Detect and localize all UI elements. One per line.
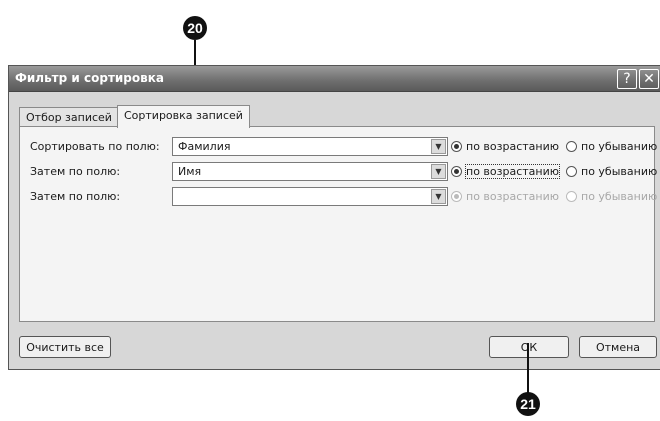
chevron-down-icon[interactable]: ▼ xyxy=(431,189,446,204)
filter-sort-dialog: Фильтр и сортировка ? ✕ Отбор записей Со… xyxy=(8,65,660,370)
then-field-label-2: Затем по полю: xyxy=(30,190,121,203)
tab-filter-records[interactable]: Отбор записей xyxy=(19,107,119,128)
callout-21-leader xyxy=(527,343,529,393)
close-icon[interactable]: ✕ xyxy=(639,69,659,89)
sort3-desc-radio xyxy=(566,191,577,202)
callout-21: 21 xyxy=(516,392,540,416)
cancel-button[interactable]: Отмена xyxy=(579,336,657,358)
then-field-label-1: Затем по полю: xyxy=(30,165,121,178)
sort3-asc-label: по возрастанию xyxy=(466,190,560,203)
sort3-asc-radio xyxy=(451,191,462,202)
sort-field-value: Фамилия xyxy=(178,140,231,153)
sort1-asc-label[interactable]: по возрастанию xyxy=(466,140,559,153)
then-field-value-1: Имя xyxy=(178,165,202,178)
tab-sort-records[interactable]: Сортировка записей xyxy=(117,105,250,128)
sort-field-label: Сортировать по полю: xyxy=(30,140,160,153)
sort1-desc-radio[interactable] xyxy=(566,141,577,152)
callout-20: 20 xyxy=(183,16,207,40)
then-field-select-1[interactable]: Имя ▼ xyxy=(172,162,448,181)
clear-all-button[interactable]: Очистить все xyxy=(19,336,111,358)
sort2-asc-radio[interactable] xyxy=(451,166,462,177)
sort3-desc-label: по убыванию xyxy=(581,190,658,203)
chevron-down-icon[interactable]: ▼ xyxy=(431,139,446,154)
sort2-asc-label[interactable]: по возрастанию xyxy=(464,164,561,179)
sort1-desc-label[interactable]: по убыванию xyxy=(581,140,657,153)
sort2-desc-label[interactable]: по убыванию xyxy=(581,165,657,178)
window-title: Фильтр и сортировка xyxy=(15,71,164,85)
then-field-select-2[interactable]: ▼ xyxy=(172,187,448,206)
chevron-down-icon[interactable]: ▼ xyxy=(431,164,446,179)
title-bar[interactable]: Фильтр и сортировка ? ✕ xyxy=(9,66,660,92)
sort1-asc-radio[interactable] xyxy=(451,141,462,152)
help-icon[interactable]: ? xyxy=(617,69,637,89)
ok-button[interactable]: ОК xyxy=(489,336,569,358)
sort-field-select[interactable]: Фамилия ▼ xyxy=(172,137,448,156)
sort-panel: Сортировать по полю: Фамилия ▼ по возрас… xyxy=(19,126,658,322)
sort2-desc-radio[interactable] xyxy=(566,166,577,177)
